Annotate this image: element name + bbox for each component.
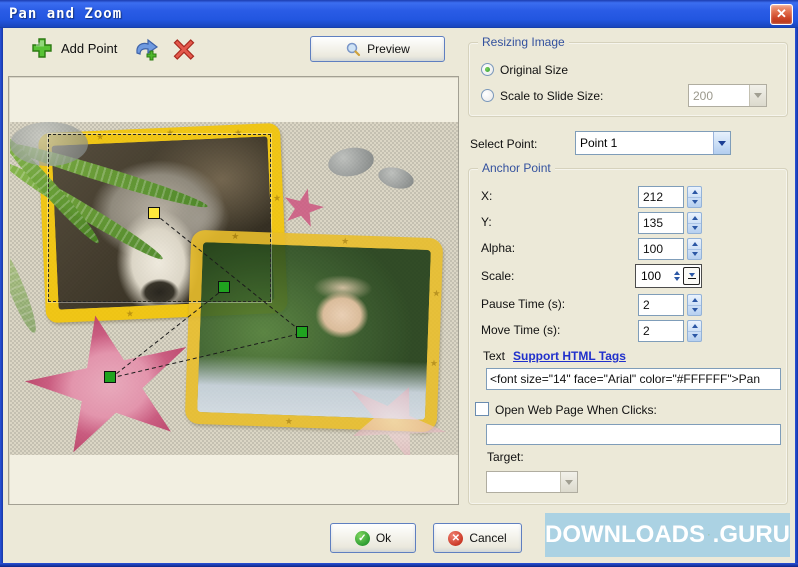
ok-button[interactable]: ✓ Ok (330, 523, 416, 553)
spin-down-icon[interactable] (674, 277, 680, 281)
anchor-path-lines (110, 213, 304, 379)
scale-label: Scale: (481, 269, 515, 283)
anchor-marker[interactable] (218, 281, 230, 293)
canvas-panel: ★ ★ ★ ★ ★ ★ ★ ★ ★ ★ (8, 76, 459, 505)
window-border-left (0, 28, 3, 567)
window-title: Pan and Zoom (9, 6, 123, 22)
watermark-text-left: DOWNLOADS (545, 521, 705, 548)
select-point-combobox[interactable]: Point 1 (575, 131, 731, 155)
scale-spinner[interactable] (671, 271, 683, 281)
cancel-button[interactable]: ✕ Cancel (433, 523, 522, 553)
x-input[interactable]: 212 (638, 186, 684, 208)
titlebar: Pan and Zoom (0, 0, 798, 28)
resizing-image-group: Resizing Image Original Size Scale to Sl… (468, 35, 788, 117)
move-time-spinner[interactable] (687, 320, 702, 342)
y-input[interactable]: 135 (638, 212, 684, 234)
spin-up-icon[interactable] (688, 239, 701, 250)
add-point-label: Add Point (61, 40, 118, 56)
download-arrow-icon (708, 534, 710, 536)
web-page-url-input[interactable] (486, 424, 781, 445)
pause-time-label: Pause Time (s): (481, 297, 566, 311)
duplicate-icon (136, 38, 159, 61)
spin-up-icon[interactable] (674, 271, 680, 275)
anchor-marker-selected[interactable] (148, 207, 160, 219)
anchor-marker[interactable] (296, 326, 308, 338)
downloads-guru-watermark: DOWNLOADS .GURU (545, 513, 790, 557)
scale-control[interactable]: 100 (635, 264, 702, 288)
x-spinner[interactable] (687, 186, 702, 208)
target-combobox[interactable] (486, 471, 578, 493)
pause-time-input[interactable]: 2 (638, 294, 684, 316)
spin-up-icon[interactable] (688, 213, 701, 224)
spin-up-icon[interactable] (688, 321, 701, 332)
spin-down-icon[interactable] (688, 250, 701, 260)
duplicate-point-button[interactable] (134, 37, 161, 61)
chevron-down-icon[interactable] (713, 132, 730, 154)
alpha-spinner[interactable] (687, 238, 702, 260)
add-point-button[interactable]: Add Point (30, 36, 117, 60)
close-button[interactable]: ✕ (770, 4, 793, 25)
scale-dropdown-button[interactable] (683, 267, 700, 285)
move-time-input[interactable]: 2 (638, 320, 684, 342)
ok-label: Ok (375, 531, 392, 545)
scale-size-combobox[interactable]: 200 (688, 84, 767, 107)
cancel-label: Cancel (469, 531, 507, 545)
plus-icon (32, 38, 52, 58)
window-border-bottom (0, 563, 798, 567)
open-web-page-checkbox[interactable] (475, 402, 489, 416)
select-point-value: Point 1 (580, 136, 618, 150)
anchor-point-title: Anchor Point (478, 161, 555, 175)
spin-up-icon[interactable] (688, 295, 701, 306)
alpha-label: Alpha: (481, 241, 516, 255)
spin-down-icon[interactable] (688, 332, 701, 342)
text-html-input[interactable] (486, 368, 781, 390)
anchor-point-group: Anchor Point X: 212 Y: 135 Alpha: 100 Sc… (468, 161, 788, 505)
y-spinner[interactable] (687, 212, 702, 234)
magnifier-icon (346, 42, 361, 57)
spin-down-icon[interactable] (688, 224, 701, 234)
resizing-image-title: Resizing Image (478, 35, 569, 49)
cancel-x-icon: ✕ (448, 530, 464, 546)
spin-down-icon[interactable] (688, 306, 701, 316)
preview-button[interactable]: Preview (310, 36, 445, 62)
scale-size-value: 200 (693, 88, 714, 103)
slide-canvas[interactable]: ★ ★ ★ ★ ★ ★ ★ ★ ★ ★ (10, 122, 458, 455)
original-size-label: Original Size (500, 63, 569, 77)
y-label: Y: (481, 215, 492, 229)
ok-check-icon: ✓ (354, 530, 370, 546)
spin-down-icon[interactable] (688, 198, 701, 208)
chevron-down-icon[interactable] (560, 472, 577, 492)
scale-to-slide-label: Scale to Slide Size: (500, 89, 604, 103)
x-label: X: (481, 189, 493, 203)
pan-and-zoom-dialog: Pan and Zoom ✕ Add Point Preview ★ ★ ★ ★… (0, 0, 798, 567)
original-size-radio[interactable] (481, 63, 494, 76)
scale-input[interactable]: 100 (637, 269, 671, 283)
dropdown-underline (687, 278, 696, 279)
chevron-down-icon[interactable] (749, 85, 766, 106)
watermark-text-right: .GURU (712, 521, 790, 548)
select-point-label: Select Point: (470, 137, 538, 151)
text-label: Text (483, 349, 506, 363)
chevron-down-icon (688, 273, 695, 277)
support-html-tags-link[interactable]: Support HTML Tags (513, 349, 626, 363)
alpha-input[interactable]: 100 (638, 238, 684, 260)
delete-icon (173, 39, 195, 60)
spin-up-icon[interactable] (688, 187, 701, 198)
anchor-marker[interactable] (104, 371, 116, 383)
open-web-page-label: Open Web Page When Clicks: (495, 403, 657, 417)
delete-point-button[interactable] (172, 38, 196, 61)
preview-label: Preview (367, 42, 410, 56)
target-label: Target: (487, 450, 524, 464)
pause-time-spinner[interactable] (687, 294, 702, 316)
scale-to-slide-radio[interactable] (481, 89, 494, 102)
move-time-label: Move Time (s): (481, 323, 561, 337)
